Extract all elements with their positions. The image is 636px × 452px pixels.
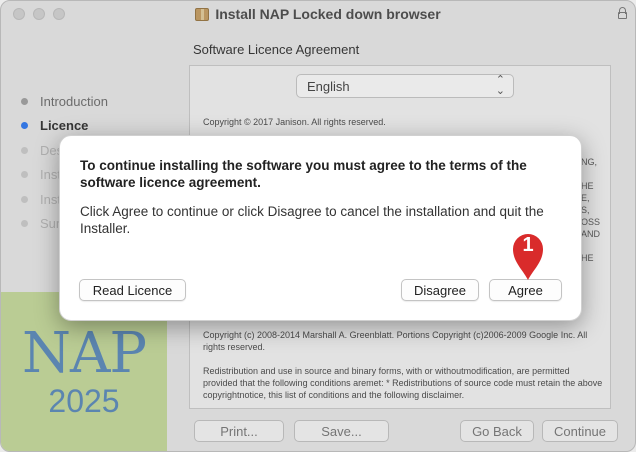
licence-agree-dialog: To continue installing the software you …: [59, 135, 582, 321]
dialog-title: To continue installing the software you …: [80, 158, 527, 190]
read-licence-button[interactable]: Read Licence: [79, 279, 186, 301]
step-marker-pin: 1: [509, 230, 547, 282]
dialog-message: Click Agree to continue or click Disagre…: [80, 204, 544, 236]
installer-window: Install NAP Locked down browser Introduc…: [0, 0, 636, 452]
agree-button[interactable]: Agree: [489, 279, 562, 301]
disagree-button[interactable]: Disagree: [401, 279, 479, 301]
step-marker-number: 1: [522, 234, 534, 256]
